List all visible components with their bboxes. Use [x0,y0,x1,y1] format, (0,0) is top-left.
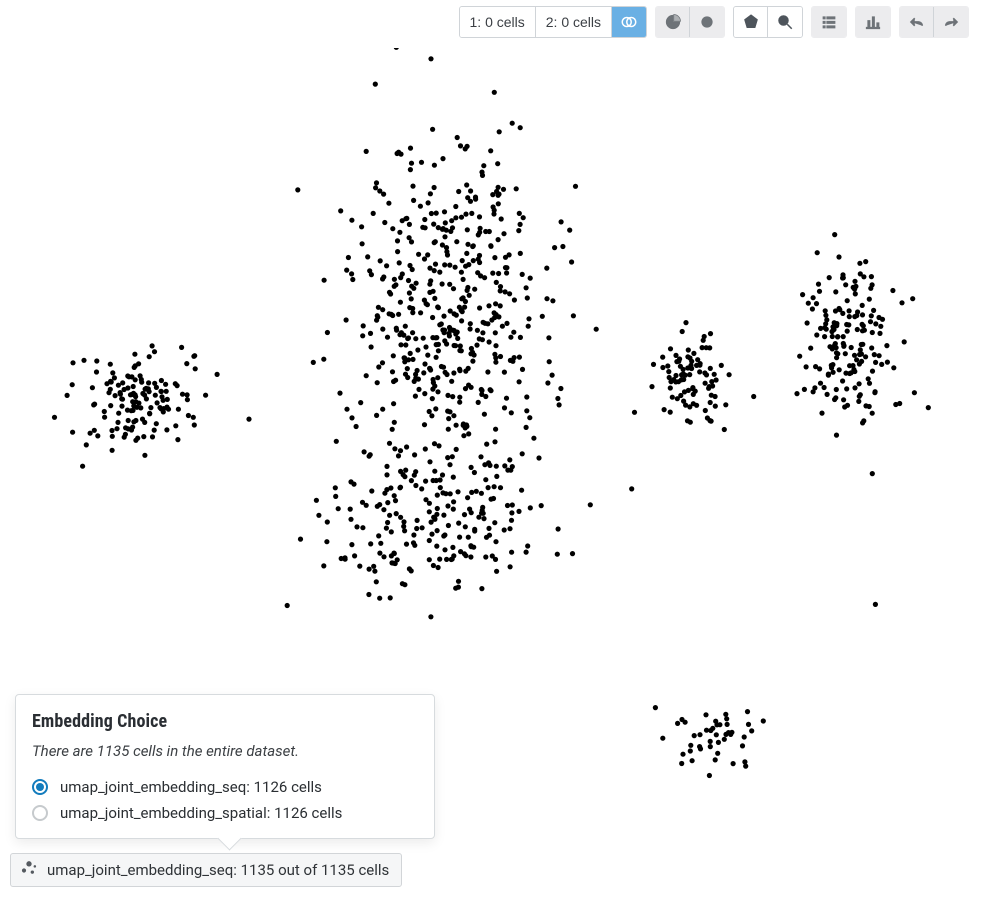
lasso-select-button[interactable] [734,7,768,37]
embedding-status-text: umap_joint_embedding_seq: 1135 out of 11… [47,861,389,879]
embedding-option-0[interactable]: umap_joint_embedding_seq: 1126 cells [32,774,418,800]
redo-icon [942,13,960,31]
lasso-icon [742,13,760,31]
toolbar: 1: 0 cells 2: 0 cells [459,6,970,38]
scatter-icon [19,858,39,882]
zoom-to-selection-button[interactable] [768,7,802,37]
embedding-option-label: umap_joint_embedding_seq: 1126 cells [60,778,322,796]
pie-mode-button[interactable] [656,7,690,37]
selection-set-2-button[interactable]: 2: 0 cells [536,7,612,37]
pie-chart-icon [664,13,682,31]
filled-circle-icon [698,13,716,31]
embedding-option-1[interactable]: umap_joint_embedding_spatial: 1126 cells [32,800,418,826]
panel-toggle-group [811,6,847,38]
bar-chart-toggle-button[interactable] [856,7,890,37]
chart-toggle-group [855,6,891,38]
embedding-option-label: umap_joint_embedding_spatial: 1126 cells [60,804,342,822]
select-tools-group [733,6,803,38]
undo-icon [908,13,926,31]
venn-icon [620,13,638,31]
redo-button[interactable] [934,7,968,37]
radio-icon [32,805,48,821]
dot-mode-button[interactable] [690,7,724,37]
list-icon [820,13,838,31]
selection-sets-group: 1: 0 cells 2: 0 cells [459,6,648,38]
selection-set-1-button[interactable]: 1: 0 cells [460,7,536,37]
zoom-in-icon [776,13,794,31]
overlap-mode-button[interactable] [612,7,646,37]
plot-style-group [655,6,725,38]
radio-icon [32,779,48,795]
undo-redo-group [899,6,969,38]
legend-toggle-button[interactable] [812,7,846,37]
popover-title: Embedding Choice [32,711,418,732]
undo-button[interactable] [900,7,934,37]
embedding-choice-popover: Embedding Choice There are 1135 cells in… [15,694,435,839]
bar-chart-icon [864,13,882,31]
popover-note: There are 1135 cells in the entire datas… [32,742,418,760]
embedding-status-dropdown[interactable]: umap_joint_embedding_seq: 1135 out of 11… [10,853,402,887]
